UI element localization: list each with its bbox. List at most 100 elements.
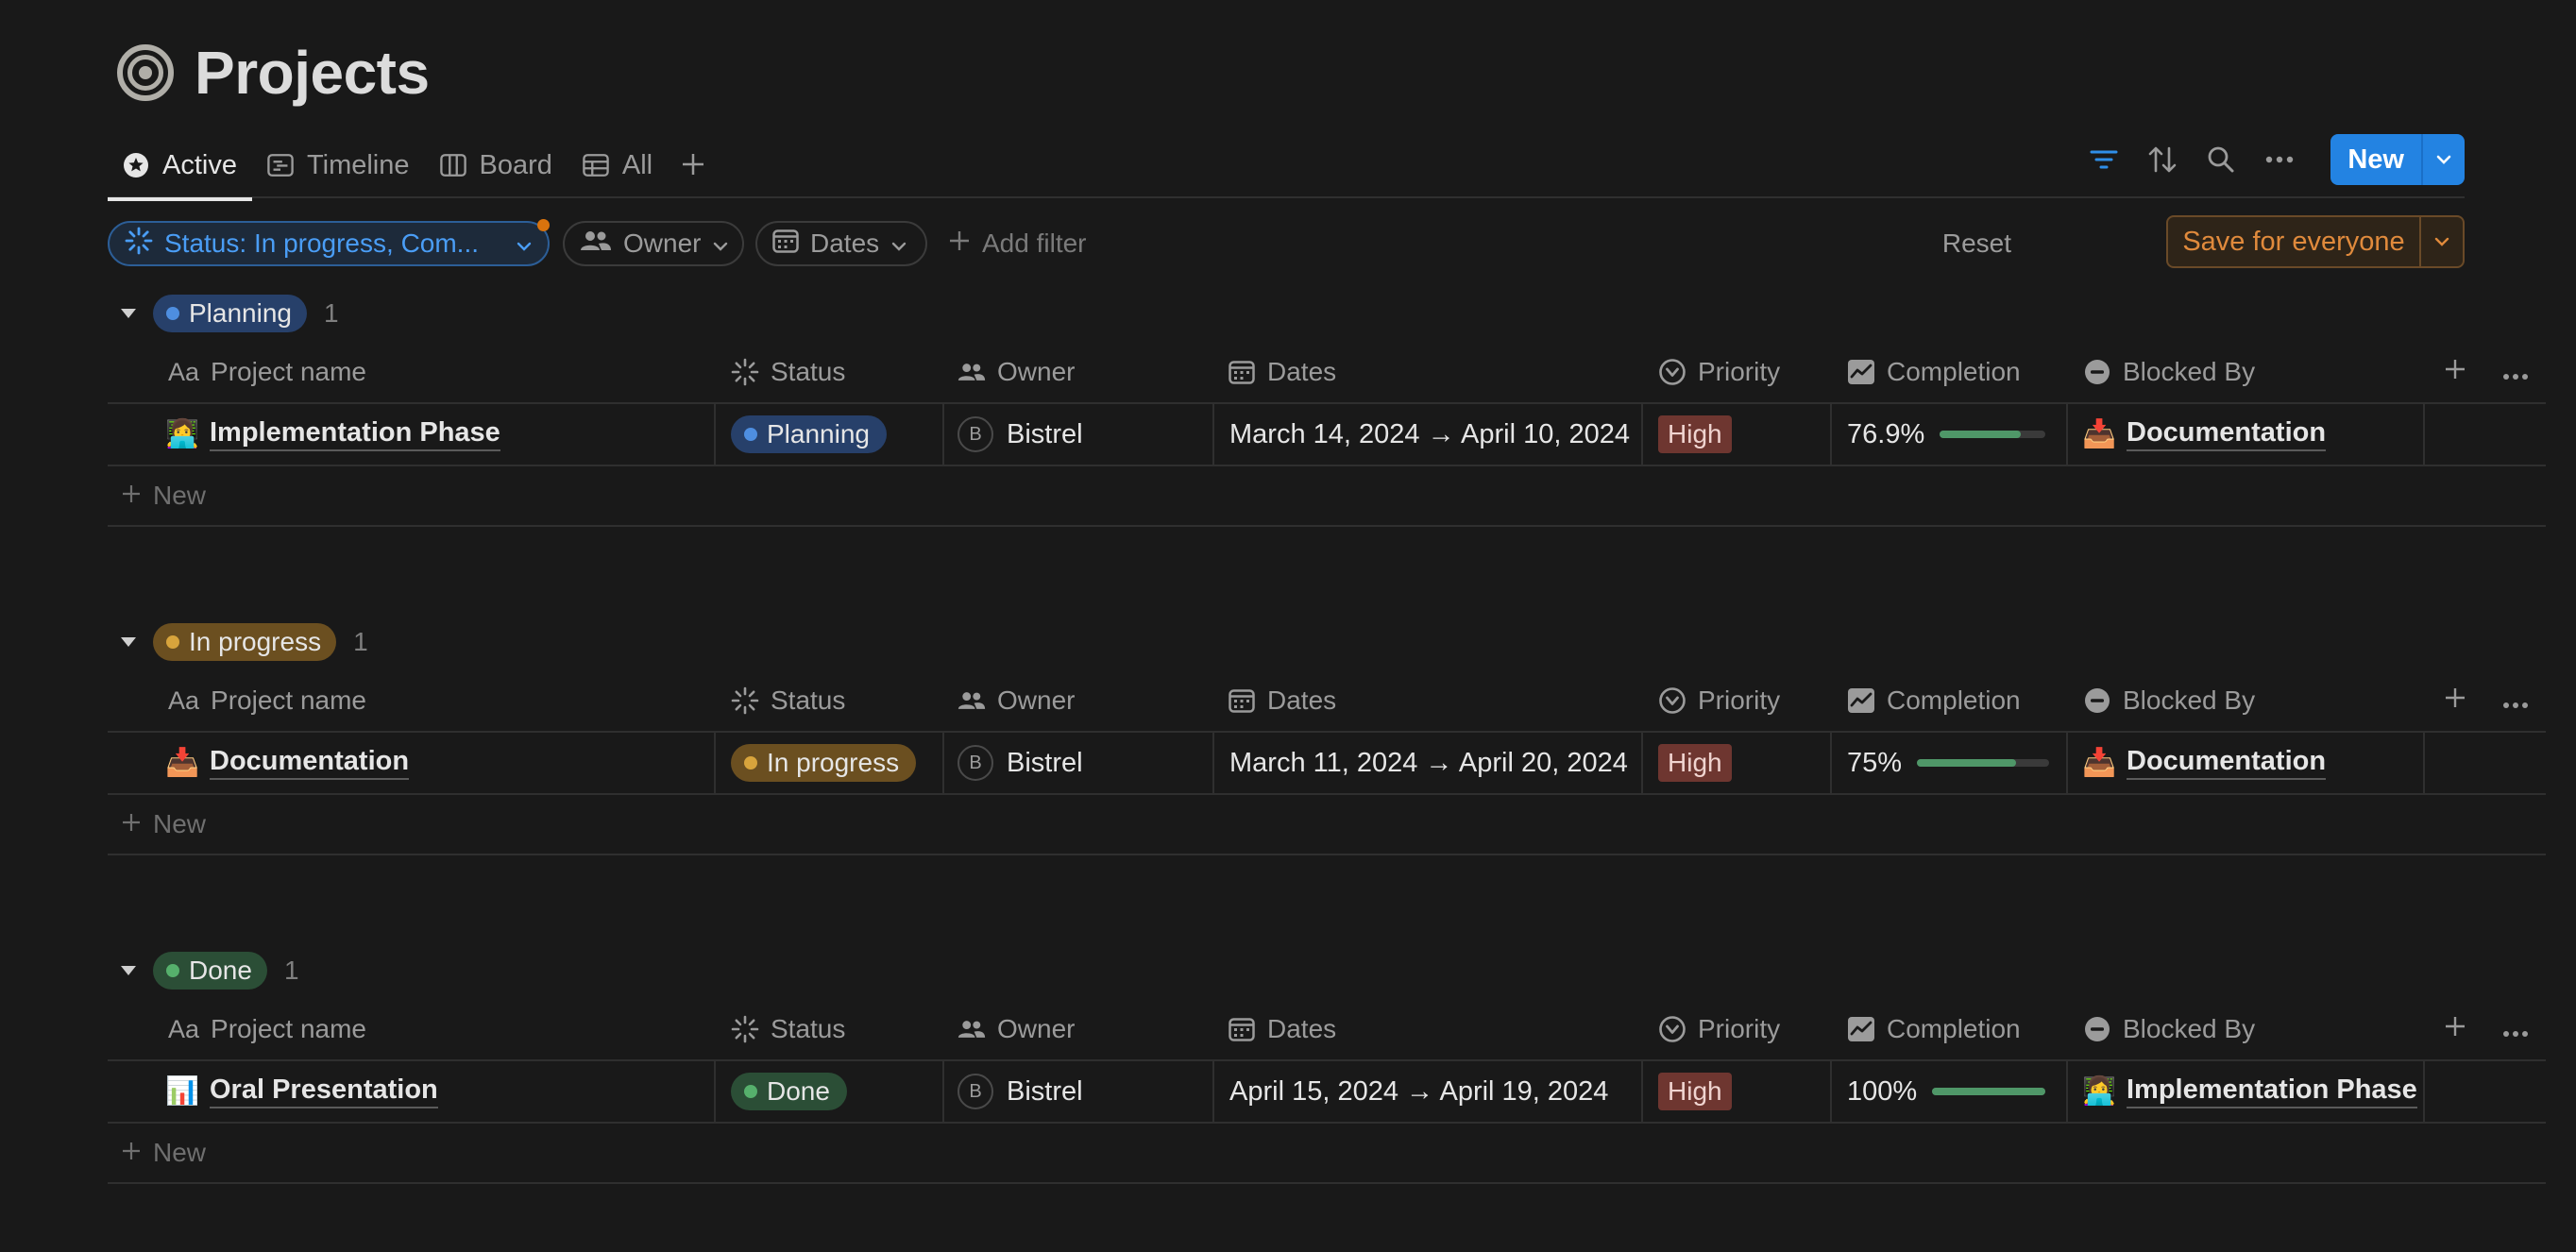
reset-button[interactable]: Reset [1942,221,2011,266]
tab-all[interactable]: All [568,132,668,198]
group-label-pill[interactable]: Planning [153,295,307,332]
add-view-button[interactable] [668,132,719,198]
chevron-down-icon[interactable] [111,963,145,978]
status-cell[interactable]: Planning [731,404,887,465]
group-label-pill[interactable]: Done [153,952,267,990]
owner-filter-chip[interactable]: Owner [563,221,744,266]
column-header-status[interactable]: Status [731,340,845,404]
more-options-button[interactable] [2502,668,2529,733]
project-name-cell[interactable]: 📊 Oral Presentation [165,1061,438,1122]
column-header-status[interactable]: Status [731,668,845,733]
column-header-dates[interactable]: Dates [1228,997,1336,1061]
column-header-owner[interactable]: Owner [958,668,1075,733]
add-property-button[interactable] [2444,668,2466,733]
status-filter-label: Status: In progress, Com... [164,228,480,258]
blocked-by-link[interactable]: Documentation [2127,746,2327,780]
project-name[interactable]: Oral Presentation [210,1074,438,1108]
more-options-button[interactable] [2502,340,2529,404]
column-header-project-name[interactable]: Aa Project name [168,997,366,1061]
tab-timeline[interactable]: Timeline [252,132,425,198]
priority-cell[interactable]: High [1658,404,1732,465]
table-row[interactable]: 📥 Documentation In progress B Bistrel Ma… [108,733,2546,795]
column-header-dates[interactable]: Dates [1228,668,1336,733]
priority-cell[interactable]: High [1658,733,1732,793]
status-filter-chip[interactable]: Status: In progress, Com... [108,219,550,266]
cell-divider [714,404,716,465]
add-filter-button[interactable]: Add filter [948,221,1087,266]
tab-label: All [621,149,653,180]
page-title[interactable]: Projects [195,38,430,108]
new-button[interactable]: New [2330,134,2465,185]
save-for-everyone-button[interactable]: Save for everyone [2166,215,2465,268]
column-label: Priority [1698,685,1781,715]
column-header-priority[interactable]: Priority [1658,340,1780,404]
column-header-completion[interactable]: Completion [1847,668,2021,733]
new-row-button[interactable]: New [108,795,2546,855]
completion-cell[interactable]: 76.9% [1847,404,2046,465]
new-dropdown-button[interactable] [2421,134,2465,185]
save-dropdown-button[interactable] [2419,217,2463,266]
sort-icon[interactable] [2144,141,2181,178]
owner-cell[interactable]: B Bistrel [958,404,1083,465]
cell-divider [1830,404,1832,465]
priority-cell[interactable]: High [1658,1061,1732,1122]
add-property-button[interactable] [2444,997,2466,1061]
completion-cell[interactable]: 75% [1847,733,2050,793]
chevron-down-icon [516,228,533,259]
dates-filter-chip[interactable]: Dates [755,221,927,266]
owner-filter-label: Owner [623,228,702,258]
new-row-button[interactable]: New [108,466,2546,527]
column-header-blocked-by[interactable]: Blocked By [2083,340,2255,404]
group-label-pill[interactable]: In progress [153,623,337,661]
blocked-by-cell[interactable]: 📥 Documentation [2082,733,2327,793]
project-name-cell[interactable]: 👩‍💻 Implementation Phase [165,404,500,465]
column-header-completion[interactable]: Completion [1847,997,2021,1061]
dates-cell[interactable]: March 11, 2024 → April 20, 2024 [1229,733,1628,793]
dates-cell[interactable]: April 15, 2024 → April 19, 2024 [1229,1061,1608,1122]
column-header-status[interactable]: Status [731,997,845,1061]
status-icon [731,686,759,715]
column-header-project-name[interactable]: Aa Project name [168,668,366,733]
status-dot [744,756,757,770]
more-options-button[interactable] [2502,997,2529,1061]
new-row-button[interactable]: New [108,1124,2546,1184]
project-name[interactable]: Implementation Phase [210,417,500,451]
status-cell[interactable]: In progress [731,733,917,793]
target-icon[interactable] [117,44,174,101]
blocked-by-link[interactable]: Documentation [2127,417,2327,451]
column-header-project-name[interactable]: Aa Project name [168,340,366,404]
filter-icon[interactable] [2085,141,2123,178]
add-property-button[interactable] [2444,340,2466,404]
project-name-cell[interactable]: 📥 Documentation [165,733,410,793]
column-header-blocked-by[interactable]: Blocked By [2083,997,2255,1061]
progress-bar [1940,431,2046,438]
chevron-down-icon[interactable] [111,306,145,321]
chevron-down-icon[interactable] [111,634,145,650]
more-icon[interactable] [2261,141,2298,178]
blocked-by-cell[interactable]: 👩‍💻 Implementation Phase [2082,1061,2417,1122]
tab-active[interactable]: Active [108,132,252,201]
column-header-priority[interactable]: Priority [1658,997,1780,1061]
text-type-icon: Aa [168,685,200,715]
tab-board[interactable]: Board [425,132,568,198]
table-row[interactable]: 📊 Oral Presentation Done B Bistrel April… [108,1061,2546,1124]
column-header-blocked-by[interactable]: Blocked By [2083,668,2255,733]
owner-cell[interactable]: B Bistrel [958,733,1083,793]
group-count: 1 [353,627,368,656]
table-row[interactable]: 👩‍💻 Implementation Phase Planning B Bist… [108,404,2546,466]
column-header-dates[interactable]: Dates [1228,340,1336,404]
blocked-by-cell[interactable]: 📥 Documentation [2082,404,2327,465]
dates-cell[interactable]: March 14, 2024 → April 10, 2024 [1229,404,1630,465]
completion-cell[interactable]: 100% [1847,1061,2046,1122]
search-icon[interactable] [2202,141,2240,178]
column-header-owner[interactable]: Owner [958,340,1075,404]
priority-badge: High [1658,415,1732,453]
blocked-by-link[interactable]: Implementation Phase [2127,1074,2417,1108]
owner-cell[interactable]: B Bistrel [958,1061,1083,1122]
column-header-completion[interactable]: Completion [1847,340,2021,404]
project-name[interactable]: Documentation [210,746,410,780]
status-cell[interactable]: Done [731,1061,847,1122]
progress-fill [1932,1088,2046,1095]
column-header-owner[interactable]: Owner [958,997,1075,1061]
column-header-priority[interactable]: Priority [1658,668,1780,733]
